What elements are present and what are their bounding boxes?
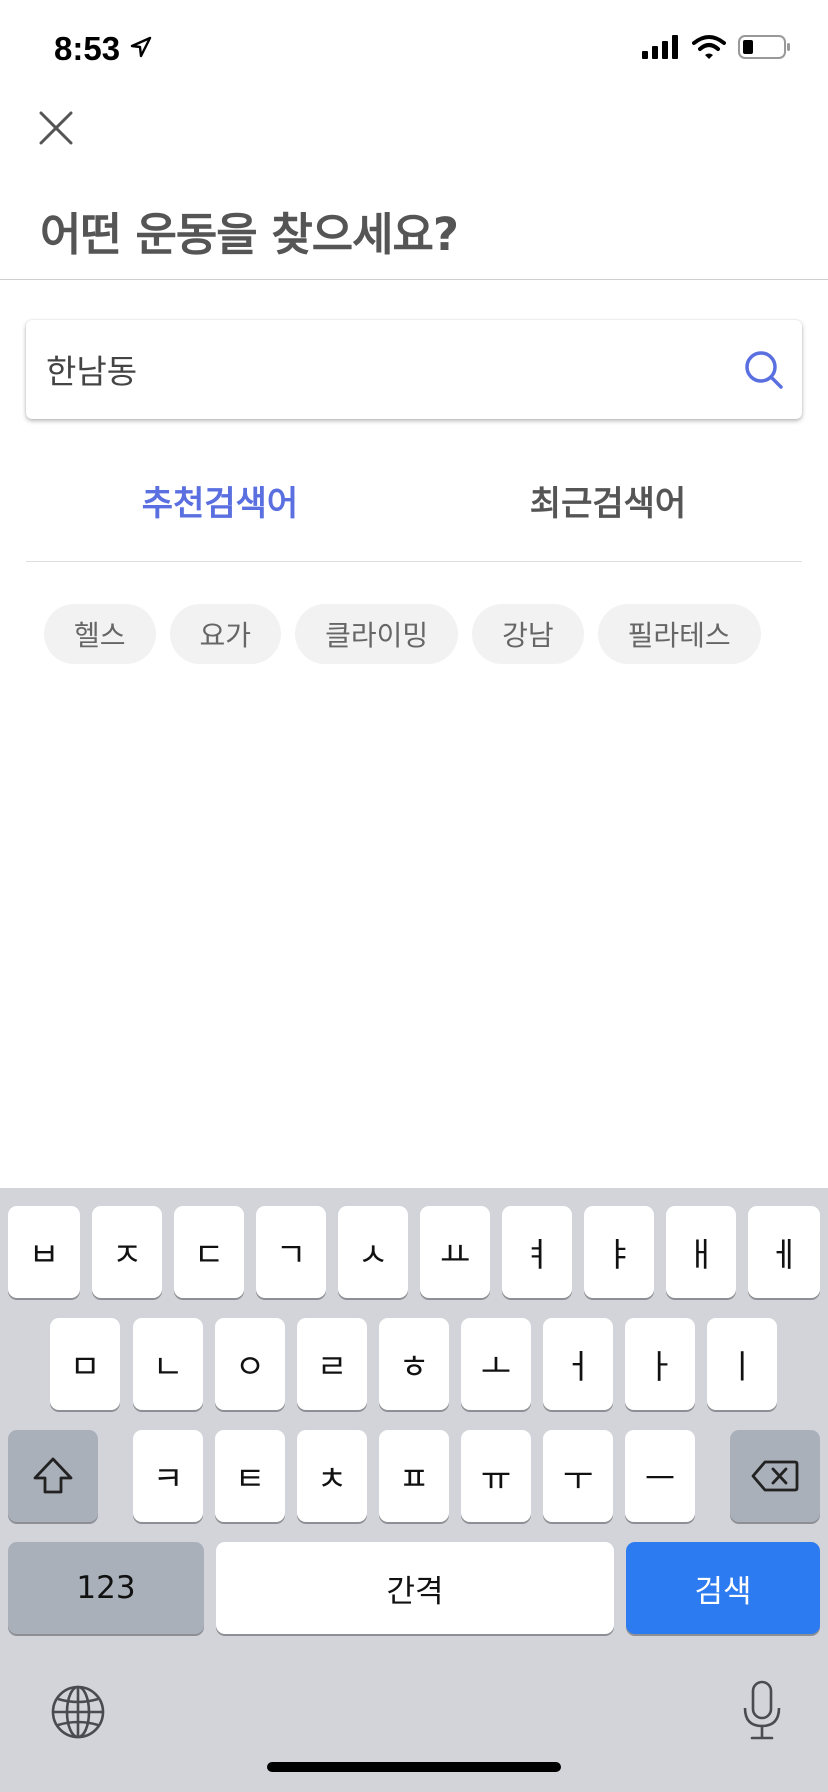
close-icon [39, 111, 73, 145]
key[interactable]: ㅌ [215, 1430, 285, 1522]
key[interactable]: ㅕ [502, 1206, 572, 1298]
search-icon[interactable] [742, 348, 786, 392]
globe-key[interactable] [50, 1684, 106, 1740]
keyword-chip[interactable]: 강남 [472, 604, 584, 664]
key[interactable]: ㅑ [584, 1206, 654, 1298]
space-key[interactable]: 간격 [216, 1542, 614, 1634]
key[interactable]: ㅛ [420, 1206, 490, 1298]
key[interactable]: ㄴ [133, 1318, 203, 1410]
globe-icon [51, 1685, 105, 1739]
key[interactable]: ㅎ [379, 1318, 449, 1410]
keyword-chip[interactable]: 클라이밍 [295, 604, 459, 664]
backspace-icon [751, 1460, 799, 1492]
search-return-key[interactable]: 검색 [626, 1542, 820, 1634]
search-tabs: 추천검색어 최근검색어 [26, 462, 802, 562]
key[interactable]: ㅣ [707, 1318, 777, 1410]
backspace-key[interactable] [730, 1430, 820, 1522]
close-button[interactable] [34, 106, 78, 150]
key[interactable]: ㅜ [543, 1430, 613, 1522]
keyboard: ㅂ ㅈ ㄷ ㄱ ㅅ ㅛ ㅕ ㅑ ㅐ ㅔ ㅁ ㄴ ㅇ ㄹ ㅎ ㅗ ㅓ ㅏ ㅣ ㅋ … [0, 1188, 828, 1792]
key[interactable]: ㅅ [338, 1206, 408, 1298]
status-icons [642, 34, 792, 64]
numbers-key[interactable]: 123 [8, 1542, 204, 1634]
keyword-chips: 헬스 요가 클라이밍 강남 필라테스 [44, 604, 761, 664]
key[interactable]: ㅍ [379, 1430, 449, 1522]
search-box [26, 320, 802, 419]
keyword-chip[interactable]: 필라테스 [597, 604, 761, 664]
key[interactable]: ㅠ [461, 1430, 531, 1522]
key[interactable]: ㅗ [461, 1318, 531, 1410]
home-indicator [267, 1762, 561, 1772]
key[interactable]: ㅂ [8, 1206, 80, 1298]
keyword-chip[interactable]: 헬스 [44, 604, 156, 664]
page-title: 어떤 운동을 찾으세요? [40, 208, 459, 261]
title-divider [0, 279, 828, 280]
key[interactable]: ㅡ [625, 1430, 695, 1522]
battery-icon [738, 34, 792, 64]
key[interactable]: ㄱ [256, 1206, 326, 1298]
key[interactable]: ㅈ [92, 1206, 162, 1298]
signal-icon [642, 35, 680, 63]
tab-recent[interactable]: 최근검색어 [414, 462, 802, 561]
wifi-icon [692, 34, 726, 64]
key[interactable]: ㄷ [174, 1206, 244, 1298]
keyword-chip[interactable]: 요가 [169, 604, 282, 664]
key[interactable]: ㅋ [133, 1430, 203, 1522]
key[interactable]: ㅐ [666, 1206, 736, 1298]
microphone-icon [743, 1680, 781, 1740]
key[interactable]: ㅏ [625, 1318, 695, 1410]
location-arrow-icon [130, 36, 152, 62]
key[interactable]: ㅁ [50, 1318, 120, 1410]
shift-key[interactable] [8, 1430, 98, 1522]
key[interactable]: ㄹ [297, 1318, 367, 1410]
key[interactable]: ㅔ [748, 1206, 820, 1298]
shift-icon [33, 1457, 73, 1494]
key[interactable]: ㅇ [215, 1318, 285, 1410]
microphone-key[interactable] [740, 1680, 784, 1742]
tab-recommended[interactable]: 추천검색어 [26, 462, 414, 561]
search-input[interactable] [46, 342, 686, 396]
key[interactable]: ㅓ [543, 1318, 613, 1410]
status-time: 8:53 [54, 30, 121, 67]
key[interactable]: ㅊ [297, 1430, 367, 1522]
status-bar: 8:53 [0, 0, 828, 100]
